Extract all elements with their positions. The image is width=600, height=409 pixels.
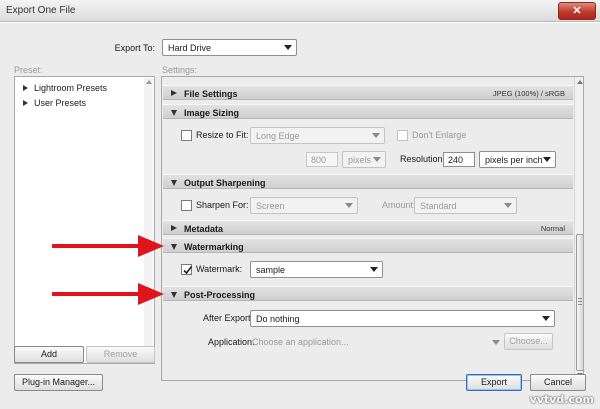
expanded-triangle-icon [171,180,177,186]
close-button[interactable]: ✕ [558,2,596,20]
section-title: Watermarking [184,242,244,252]
section-title: Metadata [184,224,224,234]
section-title: Output Sharpening [184,178,266,188]
expand-triangle-icon [23,85,28,91]
section-image-sizing[interactable]: Image Sizing [163,104,573,119]
resolution-units-select[interactable]: pixels per inch [479,151,556,168]
sharpen-for-label: Sharpen For: [196,200,249,210]
dont-enlarge-checkbox[interactable] [397,130,408,141]
cancel-button[interactable]: Cancel [530,374,586,391]
annotation-arrow-icon [52,235,164,257]
output-sharpening-body: Sharpen For: Screen Amount: Standard [163,190,573,218]
resize-mode-select[interactable]: Long Edge [250,127,385,144]
settings-scrollbar[interactable] [574,77,583,380]
chevron-down-icon [284,45,292,50]
application-field[interactable]: Choose an application... [252,337,349,347]
add-preset-button[interactable]: Add [14,346,84,363]
choose-application-button[interactable]: Choose... [504,333,553,350]
size-input[interactable]: 800 [306,152,338,167]
section-watermarking[interactable]: Watermarking [163,238,573,253]
resize-mode-value: Long Edge [256,131,300,141]
window-title: Export One File [6,5,76,16]
preset-scrollbar[interactable] [144,78,153,362]
preset-item-lightroom[interactable]: Lightroom Presets [23,83,107,95]
section-title: Image Sizing [184,108,240,118]
size-units-select[interactable]: pixels [342,151,386,168]
section-summary: JPEG (100%) / sRGB [492,89,565,98]
chevron-down-icon [370,267,378,272]
amount-label: Amount: [382,200,416,210]
preset-list[interactable]: Lightroom Presets User Presets [14,76,155,364]
section-file-settings[interactable]: File Settings JPEG (100%) / sRGB [163,85,573,100]
grip-line [578,304,582,305]
expanded-triangle-icon [171,292,177,298]
scroll-up-icon [577,80,583,84]
chevron-down-icon [543,157,551,162]
export-dialog: Export To: Hard Drive Preset: Lightroom … [0,23,600,409]
settings-label: Settings: [162,65,198,75]
after-export-label: After Export: [203,313,254,323]
export-to-label: Export To: [114,43,155,53]
chevron-down-icon [372,133,380,138]
resize-to-fit-checkbox[interactable] [181,130,192,141]
watermark-value: sample [256,265,286,275]
export-button[interactable]: Export [466,374,522,391]
watermarking-body: Watermark: sample [163,254,573,282]
chevron-down-icon [542,316,550,321]
grip-line [578,298,582,299]
sharpen-for-select[interactable]: Screen [250,197,358,214]
sharpen-for-value: Screen [256,201,285,211]
grip-line [578,301,582,302]
chevron-down-icon [492,340,500,345]
expanded-triangle-icon [171,244,177,250]
expanded-triangle-icon [171,110,177,116]
scroll-thumb[interactable] [576,234,583,371]
chevron-down-icon [504,203,512,208]
dont-enlarge-label: Don't Enlarge [412,130,467,140]
resolution-input[interactable]: 240 [443,152,475,167]
amount-value: Standard [420,201,457,211]
section-output-sharpening[interactable]: Output Sharpening [163,174,573,189]
watermark-label: Watermark: [196,264,243,274]
section-title: Post-Processing [184,290,256,300]
application-dropdown[interactable] [491,339,501,347]
section-summary: Normal [540,224,565,233]
expand-triangle-icon [23,100,28,106]
image-sizing-body: Resize to Fit: Long Edge Don't Enlarge 8… [163,120,573,172]
watermark-select[interactable]: sample [250,261,383,278]
post-processing-body: After Export: Do nothing Application: Ch… [163,302,573,362]
scroll-up-icon [146,80,152,84]
resize-to-fit-label: Resize to Fit: [196,130,249,140]
resolution-units-value: pixels per inch [485,155,543,165]
preset-label: Preset: [14,65,43,75]
annotation-arrow-icon [52,283,164,305]
section-title: File Settings [184,89,238,99]
size-units-value: pixels [348,155,372,165]
plugin-manager-button[interactable]: Plug-in Manager... [14,374,103,391]
chevron-down-icon [373,157,381,162]
export-to-value: Hard Drive [168,43,212,53]
settings-panel: File Settings JPEG (100%) / sRGB Image S… [161,76,584,381]
preset-item-user[interactable]: User Presets [23,98,86,110]
chevron-down-icon [345,203,353,208]
preset-item-label: Lightroom Presets [34,83,108,93]
section-post-processing[interactable]: Post-Processing [163,286,573,301]
application-label: Application: [208,337,255,347]
remove-preset-button[interactable]: Remove [86,346,155,363]
collapsed-triangle-icon [171,90,177,96]
checkmark-icon [183,266,193,275]
export-to-select[interactable]: Hard Drive [162,39,297,56]
sharpen-for-checkbox[interactable] [181,200,192,211]
collapsed-triangle-icon [171,225,177,231]
section-metadata[interactable]: Metadata Normal [163,220,573,235]
amount-select[interactable]: Standard [414,197,517,214]
site-watermark: vvtvd.com [529,393,594,406]
after-export-select[interactable]: Do nothing [250,310,555,327]
preset-item-label: User Presets [34,98,87,108]
title-bar: Export One File ✕ [0,0,600,22]
after-export-value: Do nothing [256,314,300,324]
resolution-label: Resolution: [400,154,446,164]
watermark-checkbox[interactable] [181,264,193,275]
